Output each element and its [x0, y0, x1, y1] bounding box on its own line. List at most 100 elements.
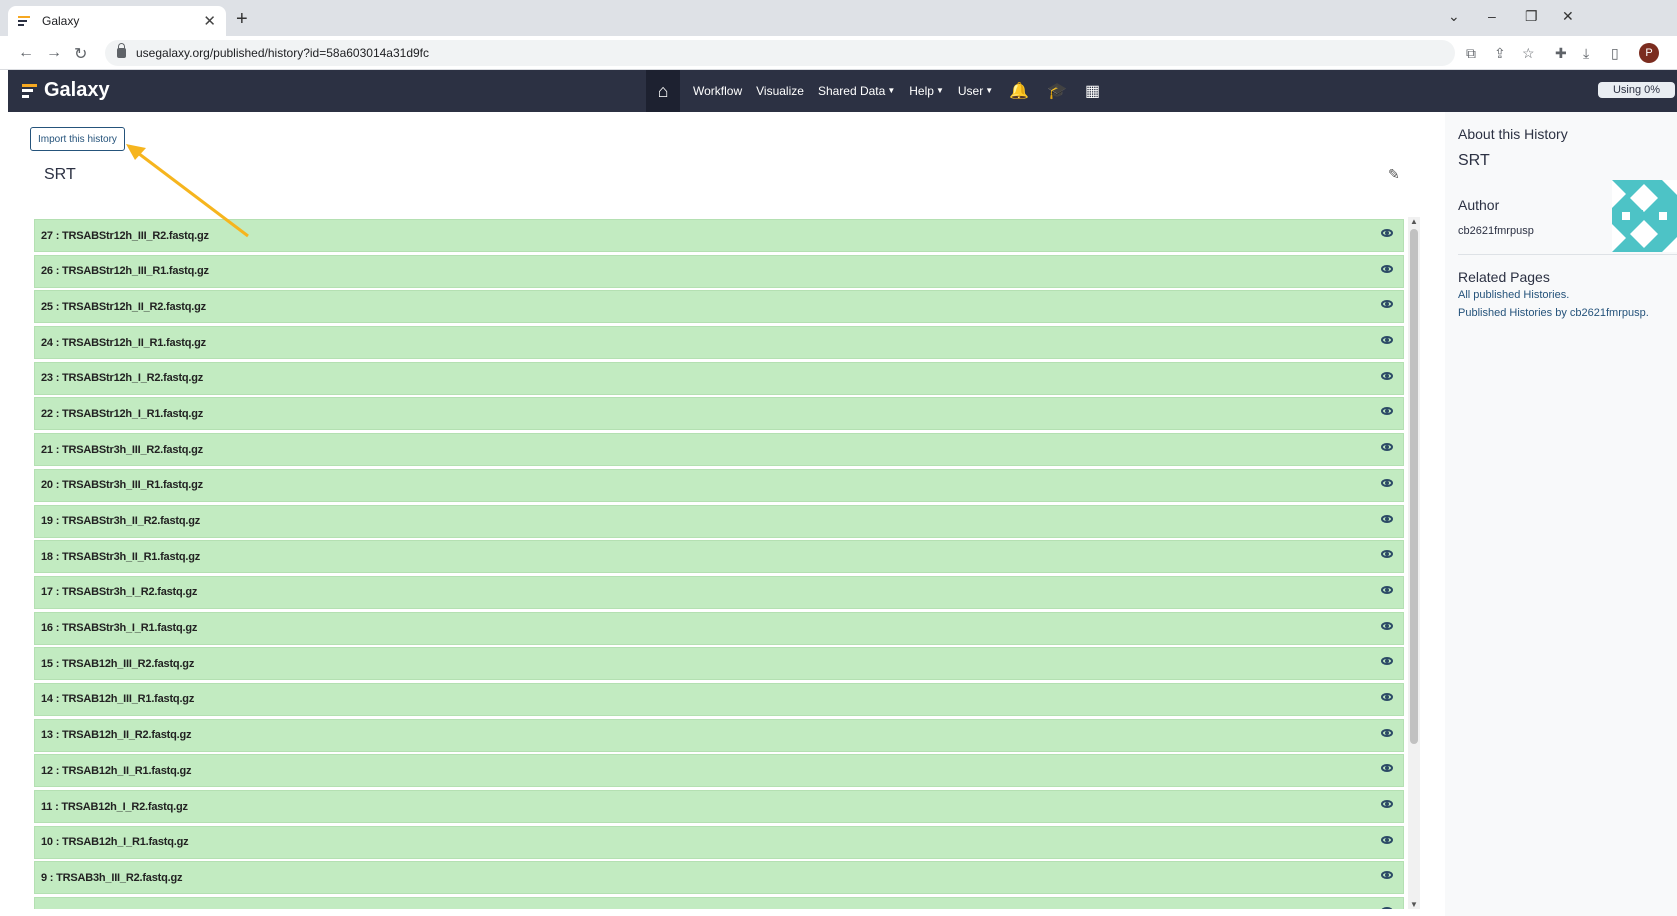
browser-tab-bar: Galaxy ✕ + ⌄ – ❐ ✕ — [0, 0, 1677, 36]
eye-icon[interactable] — [1381, 907, 1393, 909]
scrollbar-thumb[interactable] — [1410, 229, 1418, 744]
edit-pencil-icon[interactable]: ✎ — [1388, 166, 1400, 183]
eye-icon[interactable] — [1381, 443, 1393, 452]
dataset-item[interactable]: 13 : TRSAB12h_II_R2.fastq.gz — [34, 718, 1404, 752]
apps-grid-icon[interactable]: ▦ — [1076, 81, 1109, 101]
dataset-item[interactable]: 25 : TRSABStr12h_II_R2.fastq.gz — [34, 290, 1404, 324]
history-title: SRT — [44, 166, 76, 183]
eye-icon[interactable] — [1381, 407, 1393, 416]
eye-icon[interactable] — [1381, 550, 1393, 559]
dataset-item[interactable]: 16 : TRSABStr3h_I_R1.fastq.gz — [34, 611, 1404, 645]
dataset-item[interactable]: 18 : TRSABStr3h_II_R1.fastq.gz — [34, 540, 1404, 574]
eye-icon[interactable] — [1381, 478, 1393, 487]
eye-icon[interactable] — [1381, 585, 1393, 594]
dataset-title: 15 : TRSAB12h_III_R2.fastq.gz — [41, 657, 195, 670]
restore-icon[interactable]: ❐ — [1525, 8, 1538, 25]
caret-down-icon: ▼ — [985, 86, 994, 95]
dataset-item[interactable]: 12 : TRSAB12h_II_R1.fastq.gz — [34, 754, 1404, 788]
eye-icon[interactable] — [1381, 871, 1393, 880]
window-close-icon[interactable]: ✕ — [1562, 8, 1574, 25]
dataset-item[interactable]: 23 : TRSABStr12h_I_R2.fastq.gz — [34, 361, 1404, 395]
reload-icon[interactable]: ↻ — [74, 44, 87, 64]
notifications-bell-icon[interactable]: 🔔 — [1000, 81, 1038, 101]
nav-shared-data[interactable]: Shared Data ▼ — [811, 84, 902, 98]
dataset-item[interactable]: 22 : TRSABStr12h_I_R1.fastq.gz — [34, 397, 1404, 431]
dataset-item[interactable]: 9 : TRSAB3h_III_R2.fastq.gz — [34, 861, 1404, 895]
url-input[interactable]: usegalaxy.org/published/history?id=58a60… — [105, 40, 1455, 66]
eye-icon[interactable] — [1381, 621, 1393, 630]
galaxy-logo-icon — [22, 83, 38, 98]
scroll-down-icon[interactable]: ▼ — [1410, 900, 1418, 909]
main-nav: ⌂ Workflow Visualize Shared Data ▼ Help ▼ … — [646, 70, 1109, 112]
profile-avatar[interactable]: P — [1639, 43, 1659, 63]
dataset-item[interactable]: 20 : TRSABStr3h_III_R1.fastq.gz — [34, 468, 1404, 502]
all-published-histories-link[interactable]: All published Histories. — [1458, 289, 1569, 301]
dataset-title: 18 : TRSABStr3h_II_R1.fastq.gz — [41, 550, 201, 563]
dataset-item[interactable]: 26 : TRSABStr12h_III_R1.fastq.gz — [34, 254, 1404, 288]
dataset-item[interactable]: 17 : TRSABStr3h_I_R2.fastq.gz — [34, 575, 1404, 609]
published-by-author-link[interactable]: Published Histories by cb2621fmrpusp. — [1458, 307, 1649, 319]
tab-close-icon[interactable]: ✕ — [203, 12, 216, 30]
back-icon[interactable]: ← — [18, 44, 34, 62]
eye-icon[interactable] — [1381, 336, 1393, 345]
nav-workflow[interactable]: Workflow — [686, 84, 749, 98]
galaxy-masthead: Galaxy ⌂ Workflow Visualize Shared Data ▼… — [8, 70, 1677, 112]
dataset-item[interactable]: 15 : TRSAB12h_III_R2.fastq.gz — [34, 647, 1404, 681]
eye-icon[interactable] — [1381, 371, 1393, 380]
share-icon[interactable]: ⇪ — [1494, 45, 1506, 62]
dataset-title: 17 : TRSABStr3h_I_R2.fastq.gz — [41, 586, 198, 599]
side-panel-icon[interactable]: ▯ — [1611, 45, 1619, 62]
dataset-item[interactable]: 10 : TRSAB12h_I_R1.fastq.gz — [34, 825, 1404, 859]
tab-search-icon[interactable]: ⌄ — [1448, 8, 1460, 25]
dataset-item[interactable]: 14 : TRSAB12h_III_R1.fastq.gz — [34, 682, 1404, 716]
dataset-item[interactable]: 11 : TRSAB12h_I_R2.fastq.gz — [34, 790, 1404, 823]
nav-user[interactable]: User ▼ — [951, 84, 1000, 98]
dataset-title: 19 : TRSABStr3h_II_R2.fastq.gz — [41, 515, 201, 527]
eye-icon[interactable] — [1381, 835, 1393, 844]
eye-icon[interactable] — [1381, 514, 1393, 523]
eye-icon[interactable] — [1381, 264, 1393, 273]
eye-icon[interactable] — [1381, 300, 1393, 309]
eye-icon[interactable] — [1381, 692, 1393, 701]
eye-icon[interactable] — [1381, 800, 1393, 808]
new-tab-button[interactable]: + — [236, 8, 248, 31]
galaxy-brand[interactable]: Galaxy — [22, 79, 110, 102]
eye-icon[interactable] — [1381, 764, 1393, 773]
minimize-icon[interactable]: – — [1488, 8, 1496, 24]
download-icon[interactable]: ⤓ — [1583, 45, 1589, 62]
bookmark-star-icon[interactable]: ☆ — [1522, 45, 1535, 62]
dataset-item[interactable]: 8 : TRSAB3h_III_R1.fastq.gz — [34, 897, 1404, 909]
eye-icon[interactable] — [1381, 229, 1393, 237]
import-history-button[interactable]: Import this history — [30, 127, 125, 151]
dataset-item[interactable]: 21 : TRSABStr3h_III_R2.fastq.gz — [34, 433, 1404, 467]
nav-help[interactable]: Help ▼ — [902, 84, 951, 98]
dataset-item[interactable]: 19 : TRSABStr3h_II_R2.fastq.gz — [34, 504, 1404, 538]
nav-user-label: User — [957, 84, 984, 98]
dataset-title: 8 : TRSAB3h_III_R1.fastq.gz — [41, 908, 182, 909]
home-icon[interactable]: ⌂ — [646, 70, 680, 112]
list-scrollbar[interactable]: ▲ ▼ — [1408, 217, 1420, 909]
dataset-title: 13 : TRSAB12h_II_R2.fastq.gz — [41, 729, 192, 742]
scroll-up-icon[interactable]: ▲ — [1410, 217, 1418, 226]
eye-icon[interactable] — [1381, 657, 1393, 666]
dataset-item[interactable]: 24 : TRSABStr12h_II_R1.fastq.gz — [34, 326, 1404, 360]
dataset-title: 12 : TRSAB12h_II_R1.fastq.gz — [41, 764, 192, 777]
lock-icon — [117, 43, 126, 58]
browser-tab[interactable]: Galaxy ✕ — [8, 6, 226, 36]
panel-divider — [1458, 254, 1677, 255]
galaxy-favicon-icon — [18, 14, 32, 28]
quota-meter[interactable]: Using 0% — [1598, 82, 1675, 98]
translate-icon[interactable]: ⧉ — [1466, 45, 1476, 62]
forward-icon[interactable]: → — [46, 44, 62, 62]
related-pages-heading: Related Pages — [1458, 269, 1550, 285]
annotation-arrow — [126, 144, 249, 238]
training-cap-icon[interactable]: 🎓 — [1038, 81, 1076, 101]
caret-down-icon: ▼ — [887, 86, 896, 95]
author-name: cb2621fmrpusp — [1458, 225, 1534, 237]
eye-icon[interactable] — [1381, 728, 1393, 737]
about-history-name: SRT — [1458, 152, 1490, 169]
extensions-icon[interactable]: ✚ — [1555, 45, 1567, 62]
nav-visualize[interactable]: Visualize — [749, 84, 811, 98]
url-text: usegalaxy.org/published/history?id=58a60… — [136, 46, 429, 60]
nav-shared-data-label: Shared Data — [817, 84, 886, 98]
